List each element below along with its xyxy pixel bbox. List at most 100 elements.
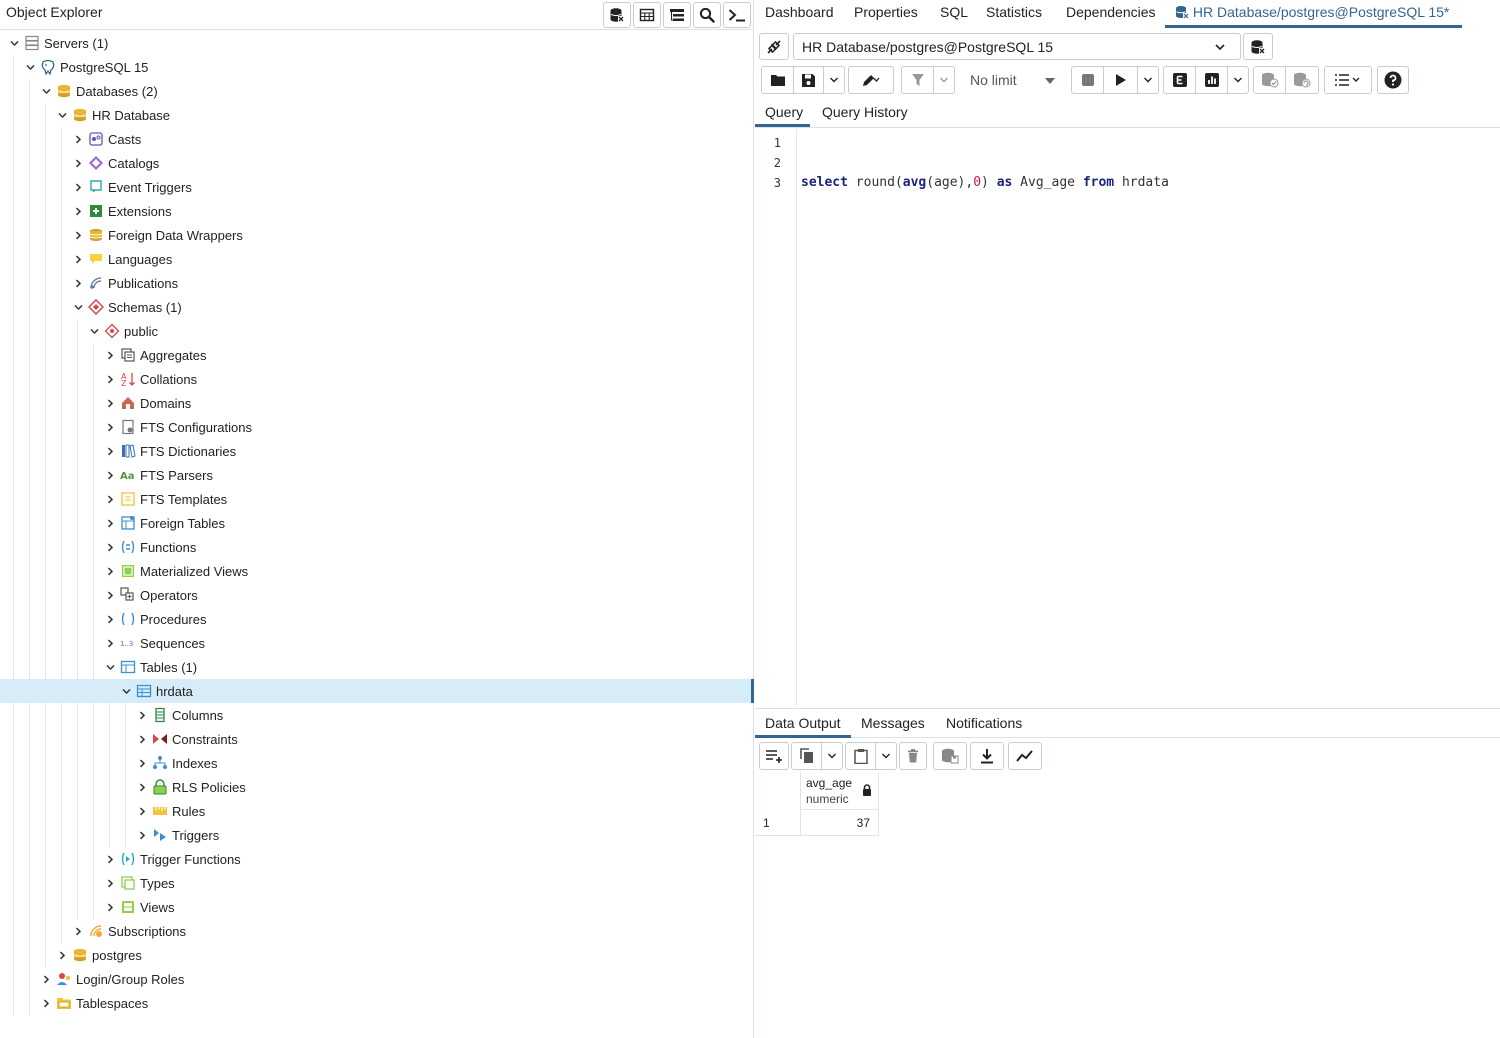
chevron-down-icon[interactable] bbox=[8, 37, 20, 49]
chevron-right-icon[interactable] bbox=[72, 133, 84, 145]
tree-item-constraints[interactable]: Constraints bbox=[0, 727, 754, 751]
chevron-right-icon[interactable] bbox=[104, 541, 116, 553]
tree-item-tables[interactable]: Tables (1) bbox=[0, 655, 754, 679]
tree-item-languages[interactable]: Languages bbox=[0, 247, 754, 271]
open-file-button[interactable] bbox=[762, 67, 794, 93]
tree-item-extensions[interactable]: Extensions bbox=[0, 199, 754, 223]
filter-rows-button[interactable] bbox=[663, 2, 691, 28]
chevron-right-icon[interactable] bbox=[72, 925, 84, 937]
help-button[interactable] bbox=[1378, 67, 1408, 93]
tab-dashboard[interactable]: Dashboard bbox=[765, 4, 834, 20]
query-tool-button[interactable] bbox=[603, 2, 631, 28]
tree-item-catalogs[interactable]: Catalogs bbox=[0, 151, 754, 175]
new-connection-button[interactable] bbox=[1243, 33, 1273, 60]
delete-row-button[interactable] bbox=[900, 743, 926, 769]
tree-item-login-group-roles[interactable]: Login/Group Roles bbox=[0, 967, 754, 991]
connection-status-button[interactable] bbox=[759, 33, 789, 60]
chevron-down-icon[interactable] bbox=[24, 61, 36, 73]
chevron-down-icon[interactable] bbox=[56, 109, 68, 121]
tab-properties[interactable]: Properties bbox=[854, 4, 918, 20]
copy-options-dropdown[interactable] bbox=[822, 743, 842, 769]
tab-messages[interactable]: Messages bbox=[861, 715, 925, 731]
chevron-right-icon[interactable] bbox=[72, 181, 84, 193]
rollback-button[interactable] bbox=[1286, 67, 1318, 93]
result-cell[interactable]: 37 bbox=[800, 810, 879, 836]
tree-item-foreign-tables[interactable]: Foreign Tables bbox=[0, 511, 754, 535]
chevron-right-icon[interactable] bbox=[136, 709, 148, 721]
row-number-cell[interactable]: 1 bbox=[755, 810, 800, 836]
tree-item-casts[interactable]: Casts bbox=[0, 127, 754, 151]
tree-item-hr-database[interactable]: HR Database bbox=[0, 103, 754, 127]
tab-dependencies[interactable]: Dependencies bbox=[1066, 4, 1156, 20]
chevron-right-icon[interactable] bbox=[136, 757, 148, 769]
tree-item-fts-templates[interactable]: FTS Templates bbox=[0, 487, 754, 511]
search-objects-button[interactable] bbox=[693, 2, 721, 28]
chevron-right-icon[interactable] bbox=[104, 901, 116, 913]
tree-item-schemas[interactable]: Schemas (1) bbox=[0, 295, 754, 319]
tree-item-postgresql-15[interactable]: PostgreSQL 15 bbox=[0, 55, 754, 79]
chevron-right-icon[interactable] bbox=[104, 373, 116, 385]
tree-item-postgres[interactable]: postgres bbox=[0, 943, 754, 967]
tree-item-foreign-data-wrappers[interactable]: Foreign Data Wrappers bbox=[0, 223, 754, 247]
chevron-right-icon[interactable] bbox=[104, 565, 116, 577]
chevron-right-icon[interactable] bbox=[136, 829, 148, 841]
tree-item-subscriptions[interactable]: Subscriptions bbox=[0, 919, 754, 943]
psql-tool-button[interactable] bbox=[723, 2, 751, 28]
copy-button[interactable] bbox=[792, 743, 822, 769]
tree-item-event-triggers[interactable]: Event Triggers bbox=[0, 175, 754, 199]
filter-button[interactable] bbox=[902, 67, 934, 93]
chevron-right-icon[interactable] bbox=[72, 205, 84, 217]
chevron-right-icon[interactable] bbox=[40, 997, 52, 1009]
tree-item-hrdata[interactable]: hrdata bbox=[0, 679, 754, 703]
chevron-right-icon[interactable] bbox=[104, 421, 116, 433]
tab-query-tool[interactable]: HR Database/postgres@PostgreSQL 15* bbox=[1175, 4, 1449, 20]
paste-button[interactable] bbox=[846, 743, 876, 769]
tree-item-servers[interactable]: Servers (1) bbox=[0, 31, 754, 55]
chevron-down-icon[interactable] bbox=[88, 325, 100, 337]
chevron-right-icon[interactable] bbox=[72, 229, 84, 241]
chevron-right-icon[interactable] bbox=[136, 781, 148, 793]
rows-limit-select[interactable]: No limit bbox=[961, 66, 1067, 94]
column-header-avg-age[interactable]: avg_age numeric bbox=[800, 772, 879, 810]
save-options-dropdown[interactable] bbox=[824, 67, 844, 93]
chevron-right-icon[interactable] bbox=[104, 397, 116, 409]
chevron-right-icon[interactable] bbox=[104, 517, 116, 529]
tree-item-indexes[interactable]: Indexes bbox=[0, 751, 754, 775]
tab-notifications[interactable]: Notifications bbox=[946, 715, 1022, 731]
tree-item-fts-configurations[interactable]: FTS Configurations bbox=[0, 415, 754, 439]
paste-options-dropdown[interactable] bbox=[876, 743, 896, 769]
tree-item-fts-dictionaries[interactable]: FTS Dictionaries bbox=[0, 439, 754, 463]
tab-sql[interactable]: SQL bbox=[940, 4, 968, 20]
chevron-right-icon[interactable] bbox=[104, 637, 116, 649]
tree-item-domains[interactable]: Domains bbox=[0, 391, 754, 415]
explain-analyze-button[interactable] bbox=[1196, 67, 1228, 93]
save-file-button[interactable] bbox=[794, 67, 824, 93]
explain-button[interactable] bbox=[1164, 67, 1196, 93]
chevron-right-icon[interactable] bbox=[104, 493, 116, 505]
tree-item-operators[interactable]: Operators bbox=[0, 583, 754, 607]
save-data-changes-button[interactable] bbox=[934, 743, 966, 769]
chevron-right-icon[interactable] bbox=[104, 613, 116, 625]
chevron-right-icon[interactable] bbox=[56, 949, 68, 961]
chevron-down-icon[interactable] bbox=[40, 85, 52, 97]
chevron-right-icon[interactable] bbox=[40, 973, 52, 985]
tree-item-fts-parsers[interactable]: Aa FTS Parsers bbox=[0, 463, 754, 487]
tree-item-rules[interactable]: Rules bbox=[0, 799, 754, 823]
download-csv-button[interactable] bbox=[971, 743, 1003, 769]
tree-item-collations[interactable]: A Z Collations bbox=[0, 367, 754, 391]
chevron-down-icon[interactable] bbox=[104, 661, 116, 673]
chevron-right-icon[interactable] bbox=[136, 805, 148, 817]
tab-query[interactable]: Query bbox=[765, 104, 803, 120]
tree-item-sequences[interactable]: 1..3 Sequences bbox=[0, 631, 754, 655]
tree-item-materialized-views[interactable]: Materialized Views bbox=[0, 559, 754, 583]
chevron-right-icon[interactable] bbox=[104, 469, 116, 481]
tree-item-functions[interactable]: Functions bbox=[0, 535, 754, 559]
tree-item-columns[interactable]: Columns bbox=[0, 703, 754, 727]
chevron-right-icon[interactable] bbox=[72, 253, 84, 265]
stop-button[interactable] bbox=[1072, 67, 1104, 93]
tree-item-publications[interactable]: Publications bbox=[0, 271, 754, 295]
tree-item-procedures[interactable]: Procedures bbox=[0, 607, 754, 631]
commit-button[interactable] bbox=[1254, 67, 1286, 93]
chevron-down-icon[interactable] bbox=[120, 685, 132, 697]
connection-select[interactable]: HR Database/postgres@PostgreSQL 15 bbox=[793, 33, 1241, 60]
